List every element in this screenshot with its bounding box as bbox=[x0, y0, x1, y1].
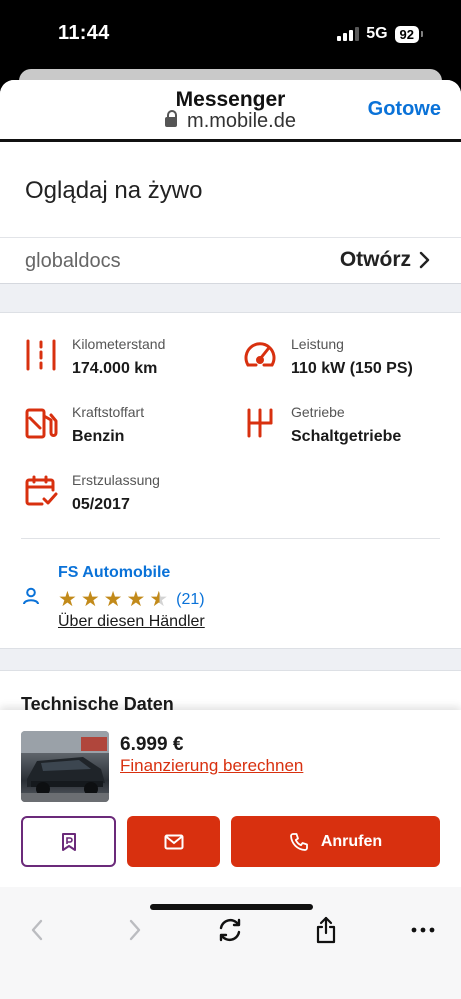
spec-label: Erstzulassung bbox=[72, 472, 160, 488]
refresh-icon bbox=[219, 918, 241, 942]
park-vehicle-button[interactable] bbox=[21, 816, 116, 867]
status-time: 11:44 bbox=[58, 22, 110, 44]
star-half-icon: ★ bbox=[149, 588, 169, 611]
dealer-rating[interactable]: ★ ★ ★ ★ ★ (21) bbox=[58, 589, 205, 610]
reload-button[interactable] bbox=[215, 915, 245, 945]
about-dealer-link[interactable]: Über diesen Händler bbox=[58, 613, 205, 631]
spec-fuel: Kraftstoffart Benzin bbox=[24, 404, 145, 446]
divider bbox=[21, 538, 440, 539]
forward-button[interactable] bbox=[120, 915, 150, 945]
cellular-signal-icon bbox=[337, 27, 360, 41]
browser-nav-bar: Messenger m.mobile.de Gotowe bbox=[0, 80, 461, 142]
star-full-icon: ★ bbox=[80, 588, 100, 611]
battery-icon: 92 bbox=[394, 25, 419, 43]
mail-icon bbox=[164, 834, 183, 849]
car-image bbox=[21, 731, 109, 802]
price: 6.999 € bbox=[120, 734, 184, 755]
battery-tip bbox=[421, 31, 423, 37]
star-full-icon: ★ bbox=[58, 588, 77, 611]
share-button[interactable] bbox=[311, 915, 341, 945]
share-icon bbox=[316, 916, 336, 944]
star-full-icon: ★ bbox=[126, 588, 146, 611]
lock-icon bbox=[165, 110, 178, 127]
url-text: m.mobile.de bbox=[187, 110, 296, 132]
spec-transmission: Getriebe Schaltgetriebe bbox=[243, 404, 402, 446]
page-content: Oglądaj na żywo globaldocs Otwórz Kilome… bbox=[0, 142, 461, 999]
spec-label: Getriebe bbox=[291, 404, 345, 420]
spec-value: Benzin bbox=[72, 428, 125, 445]
chevron-right-icon bbox=[419, 251, 430, 269]
spec-label: Kilometerstand bbox=[72, 336, 166, 352]
done-button[interactable]: Gotowe bbox=[368, 98, 441, 121]
dealer-name-link[interactable]: FS Automobile bbox=[58, 564, 170, 582]
fuel-pump-icon bbox=[25, 408, 58, 439]
purchase-bar: 6.999 € Finanzierung berechnen Anrufen bbox=[0, 710, 461, 887]
live-source: globaldocs bbox=[25, 250, 121, 272]
user-icon bbox=[23, 587, 39, 605]
spec-value: 110 kW (150 PS) bbox=[291, 360, 413, 377]
open-label: Otwórz bbox=[339, 248, 411, 271]
spec-power: Leistung 110 kW (150 PS) bbox=[243, 336, 413, 378]
more-button[interactable] bbox=[408, 915, 438, 945]
home-indicator bbox=[150, 904, 313, 910]
spec-value: 174.000 km bbox=[72, 360, 158, 377]
more-horizontal-icon bbox=[411, 927, 435, 933]
status-bar: 11:44 5G 92 bbox=[0, 0, 461, 68]
back-button[interactable] bbox=[22, 915, 52, 945]
chevron-left-icon bbox=[31, 919, 43, 941]
vehicle-details: Kilometerstand 174.000 km Leistung 110 kW … bbox=[0, 312, 461, 649]
call-button[interactable]: Anrufen bbox=[231, 816, 440, 867]
calendar-check-icon bbox=[25, 475, 58, 506]
finance-calculator-link[interactable]: Finanzierung berechnen bbox=[120, 756, 303, 776]
spec-mileage: Kilometerstand 174.000 km bbox=[24, 336, 166, 378]
live-view-card: Oglądaj na żywo globaldocs Otwórz bbox=[0, 142, 461, 284]
open-button[interactable]: Otwórz bbox=[340, 248, 431, 272]
spec-label: Leistung bbox=[291, 336, 344, 352]
parking-bookmark-icon bbox=[61, 832, 76, 851]
network-type: 5G bbox=[366, 25, 388, 42]
live-title: Oglądaj na żywo bbox=[25, 177, 203, 204]
call-label: Anrufen bbox=[320, 832, 383, 850]
spec-value: Schaltgetriebe bbox=[291, 428, 402, 445]
email-button[interactable] bbox=[127, 816, 220, 867]
status-indicators: 5G 92 bbox=[337, 25, 423, 43]
speedometer-icon bbox=[244, 342, 276, 367]
odometer-icon bbox=[26, 339, 56, 371]
phone-icon bbox=[289, 832, 308, 851]
gearbox-icon bbox=[247, 408, 273, 438]
spec-value: 05/2017 bbox=[72, 496, 130, 513]
car-thumbnail[interactable] bbox=[21, 731, 109, 802]
spec-label: Kraftstoffart bbox=[72, 404, 145, 420]
star-full-icon: ★ bbox=[103, 588, 123, 611]
chevron-right-icon bbox=[129, 919, 141, 941]
in-app-browser-sheet: Messenger m.mobile.de Gotowe Oglądaj na … bbox=[0, 80, 461, 999]
divider bbox=[0, 237, 461, 238]
spec-first-registration: Erstzulassung 05/2017 bbox=[24, 472, 160, 514]
rating-count: (21) bbox=[176, 590, 205, 608]
